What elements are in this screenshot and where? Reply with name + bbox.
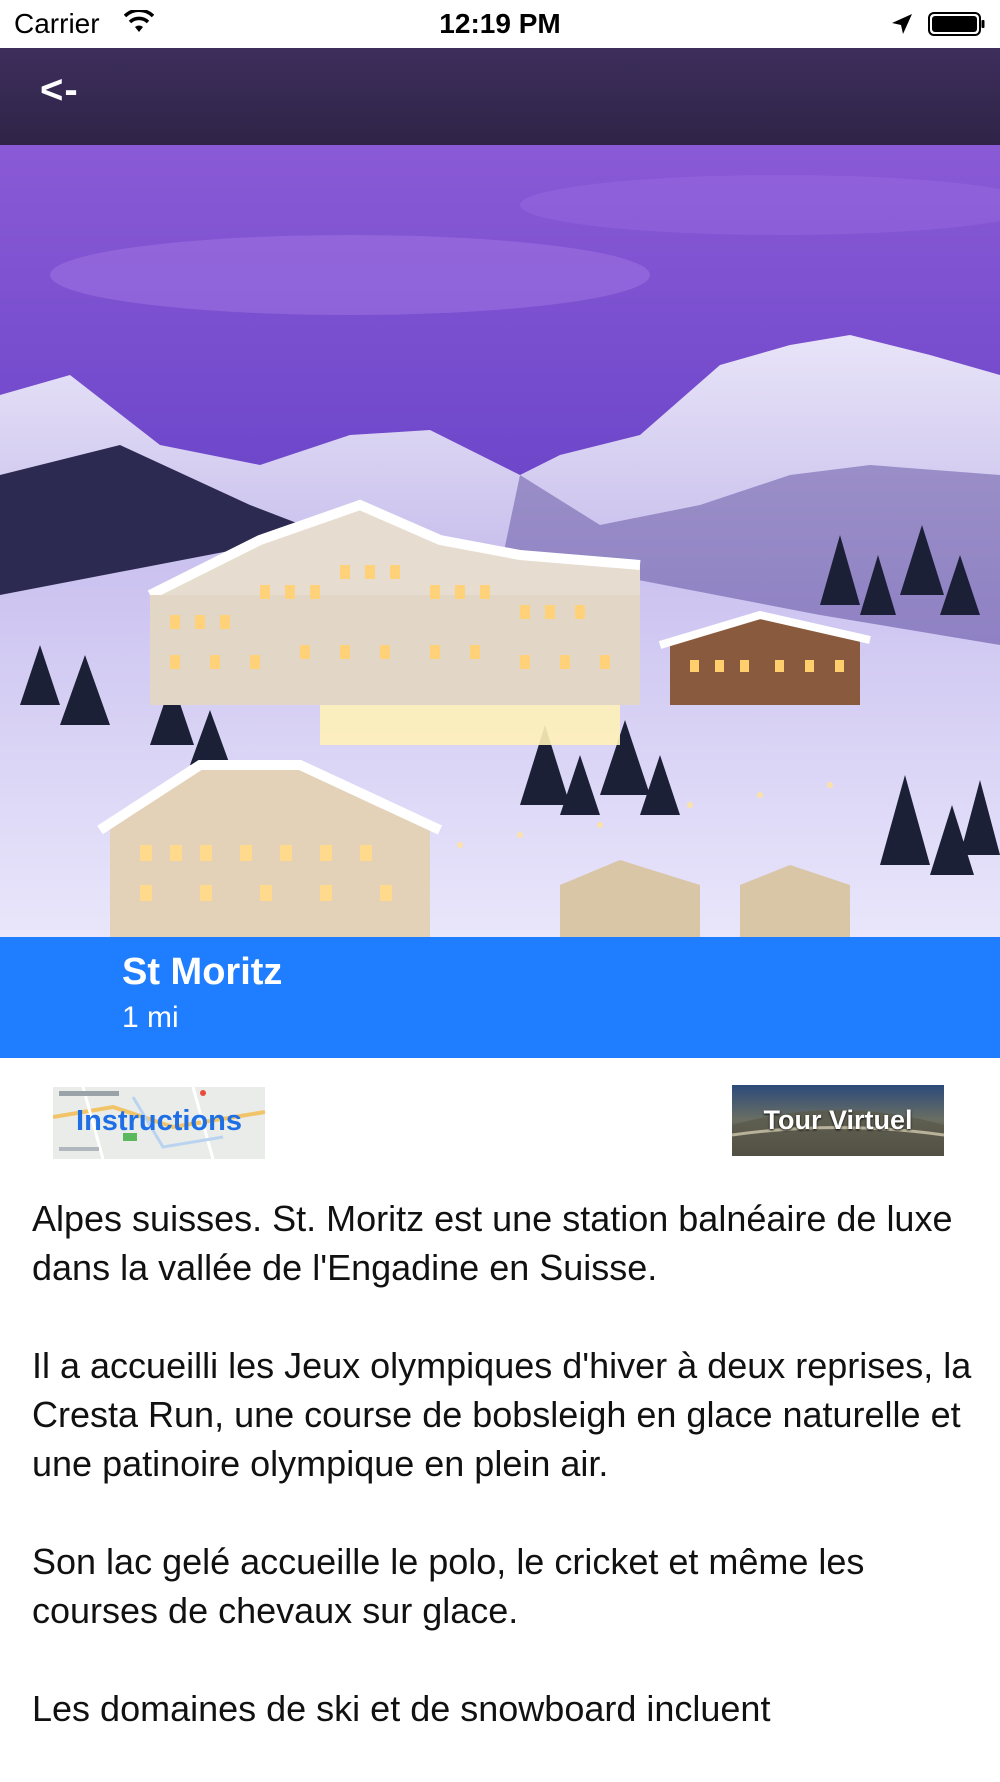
st-moritz-photo	[0, 145, 1000, 937]
navigation-bar: <-	[0, 48, 1000, 145]
description-paragraph: Alpes suisses. St. Moritz est une statio…	[32, 1198, 953, 1288]
place-header: St Moritz 1 mi	[0, 937, 1000, 1058]
instructions-label: Instructions	[76, 1105, 242, 1137]
status-time: 12:19 PM	[439, 8, 561, 39]
description-paragraph: Les domaines de ski et de snowboard incl…	[32, 1688, 771, 1729]
location-arrow-icon	[892, 14, 912, 34]
status-bar: Carrier 12:19 PM	[0, 0, 1000, 48]
instructions-button[interactable]: Instructions	[53, 1087, 265, 1159]
virtual-tour-button[interactable]: Tour Virtuel	[732, 1085, 944, 1156]
description: Alpes suisses. St. Moritz est une statio…	[32, 1194, 976, 1782]
battery-icon	[928, 12, 985, 36]
hero-image	[0, 145, 1000, 937]
virtual-tour-label: Tour Virtuel	[763, 1105, 913, 1135]
back-button[interactable]: <-	[40, 68, 79, 113]
place-name: St Moritz	[122, 951, 283, 993]
description-paragraph: Son lac gelé accueille le polo, le crick…	[32, 1541, 865, 1631]
place-distance: 1 mi	[122, 1001, 179, 1034]
description-paragraph: Il a accueilli les Jeux olympiques d'hiv…	[32, 1345, 972, 1484]
